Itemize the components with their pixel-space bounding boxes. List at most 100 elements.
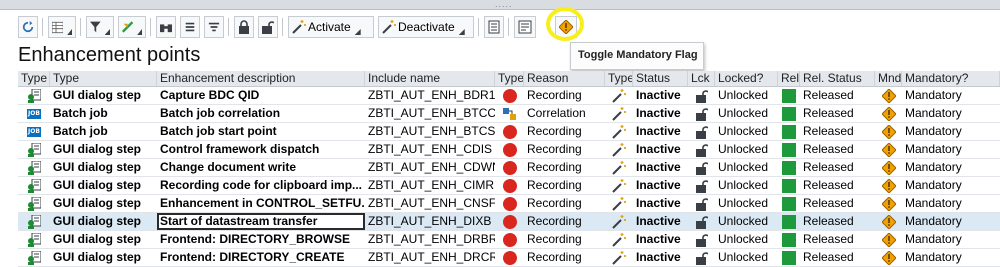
cell-type[interactable]: GUI dialog step xyxy=(50,231,157,248)
cell-description[interactable]: Start of datastream transfer xyxy=(157,213,365,230)
cell-include[interactable]: ZBTI_AUT_ENH_BTCC xyxy=(365,105,495,122)
activate-button[interactable]: Activate xyxy=(288,16,374,38)
cell-reason[interactable]: Recording xyxy=(524,159,605,176)
cell-reason[interactable]: Recording xyxy=(524,195,605,212)
cell-locked[interactable]: Unlocked xyxy=(715,249,778,266)
filter-button[interactable] xyxy=(86,16,114,38)
cell-rel-status[interactable]: Released xyxy=(800,249,875,266)
cell-include[interactable]: ZBTI_AUT_ENH_DRCR xyxy=(365,249,495,266)
cell-locked[interactable]: Unlocked xyxy=(715,105,778,122)
cell-locked[interactable]: Unlocked xyxy=(715,141,778,158)
cell-description[interactable]: Change document write xyxy=(157,159,365,176)
col-mnd-header[interactable]: Mnd xyxy=(875,71,902,86)
cell-rel-status[interactable]: Released xyxy=(800,213,875,230)
cell-type[interactable]: GUI dialog step xyxy=(50,87,157,104)
cell-status[interactable]: Inactive xyxy=(633,159,688,176)
cell-description[interactable]: Batch job start point xyxy=(157,123,365,140)
sort-button[interactable] xyxy=(118,16,146,38)
cell-include[interactable]: ZBTI_AUT_ENH_CIMR xyxy=(365,177,495,194)
cell-status[interactable]: Inactive xyxy=(633,231,688,248)
cell-locked[interactable]: Unlocked xyxy=(715,231,778,248)
table-row[interactable]: GUI dialog step Capture BDC QID ZBTI_AUT_E… xyxy=(18,87,1000,105)
table-row[interactable]: GUI dialog step Control framework dispatc… xyxy=(18,141,1000,159)
cell-include[interactable]: ZBTI_AUT_ENH_CNSF xyxy=(365,195,495,212)
cell-include[interactable]: ZBTI_AUT_ENH_CDWN xyxy=(365,159,495,176)
cell-include[interactable]: ZBTI_AUT_ENH_CDIS xyxy=(365,141,495,158)
cell-mandatory[interactable]: Mandatory xyxy=(902,177,1000,194)
cell-locked[interactable]: Unlocked xyxy=(715,213,778,230)
col-rel-header[interactable]: Rel xyxy=(778,71,800,86)
cell-mandatory[interactable]: Mandatory xyxy=(902,213,1000,230)
refresh-button[interactable] xyxy=(18,16,38,38)
cell-mandatory[interactable]: Mandatory xyxy=(902,249,1000,266)
details-button[interactable] xyxy=(484,16,504,38)
col-rel-status-header[interactable]: Rel. Status xyxy=(800,71,875,86)
table-row[interactable]: GUI dialog step Change document write ZBTI… xyxy=(18,159,1000,177)
cell-type[interactable]: GUI dialog step xyxy=(50,195,157,212)
subtotal-button[interactable] xyxy=(204,16,224,38)
cell-mandatory[interactable]: Mandatory xyxy=(902,105,1000,122)
cell-type[interactable]: GUI dialog step xyxy=(50,249,157,266)
cell-status[interactable]: Inactive xyxy=(633,213,688,230)
cell-locked[interactable]: Unlocked xyxy=(715,177,778,194)
cell-mandatory[interactable]: Mandatory xyxy=(902,159,1000,176)
cell-status[interactable]: Inactive xyxy=(633,177,688,194)
cell-rel-status[interactable]: Released xyxy=(800,141,875,158)
cell-include[interactable]: ZBTI_AUT_ENH_BDR1 xyxy=(365,87,495,104)
cell-reason[interactable]: Recording xyxy=(524,141,605,158)
cell-rel-status[interactable]: Released xyxy=(800,123,875,140)
splitter-grip[interactable]: ..... xyxy=(495,0,513,9)
cell-mandatory[interactable]: Mandatory xyxy=(902,87,1000,104)
cell-description[interactable]: Capture BDC QID xyxy=(157,87,365,104)
col-include-header[interactable]: Include name xyxy=(365,71,495,86)
cell-locked[interactable]: Unlocked xyxy=(715,195,778,212)
cell-rel-status[interactable]: Released xyxy=(800,87,875,104)
cell-type[interactable]: GUI dialog step xyxy=(50,141,157,158)
cell-locked[interactable]: Unlocked xyxy=(715,159,778,176)
cell-rel-status[interactable]: Released xyxy=(800,159,875,176)
col-mandatory-header[interactable]: Mandatory? xyxy=(902,71,1000,86)
cell-description[interactable]: Frontend: DIRECTORY_BROWSE xyxy=(157,231,365,248)
cell-reason[interactable]: Recording xyxy=(524,177,605,194)
cell-description[interactable]: Frontend: DIRECTORY_CREATE xyxy=(157,249,365,266)
col-status-type-header[interactable]: Type xyxy=(605,71,633,86)
cell-mandatory[interactable]: Mandatory xyxy=(902,141,1000,158)
cell-mandatory[interactable]: Mandatory xyxy=(902,231,1000,248)
col-type-header[interactable]: Type xyxy=(50,71,157,86)
cell-reason[interactable]: Recording xyxy=(524,123,605,140)
col-reason-type-header[interactable]: Type xyxy=(495,71,524,86)
table-row[interactable]: GUI dialog step Start of datastream trans… xyxy=(18,213,1000,231)
table-row[interactable]: JOB Batch job Batch job correlation ZBTI_AU… xyxy=(18,105,1000,123)
cell-status[interactable]: Inactive xyxy=(633,105,688,122)
col-lock-header[interactable]: Lck xyxy=(688,71,715,86)
deactivate-button[interactable]: Deactivate xyxy=(378,16,474,38)
col-locked-header[interactable]: Locked? xyxy=(715,71,778,86)
table-row[interactable]: GUI dialog step Frontend: DIRECTORY_BROWS… xyxy=(18,231,1000,249)
col-status-header[interactable]: Status xyxy=(633,71,688,86)
cell-status[interactable]: Inactive xyxy=(633,195,688,212)
cell-type[interactable]: Batch job xyxy=(50,123,157,140)
col-description-header[interactable]: Enhancement description xyxy=(157,71,365,86)
cell-type[interactable]: GUI dialog step xyxy=(50,177,157,194)
cell-mandatory[interactable]: Mandatory xyxy=(902,123,1000,140)
cell-type[interactable]: GUI dialog step xyxy=(50,213,157,230)
cell-type[interactable]: GUI dialog step xyxy=(50,159,157,176)
cell-reason[interactable]: Recording xyxy=(524,87,605,104)
total-button[interactable] xyxy=(180,16,200,38)
lock-button[interactable] xyxy=(234,16,254,38)
table-row[interactable]: GUI dialog step Frontend: DIRECTORY_CREAT… xyxy=(18,249,1000,267)
cell-description[interactable]: Control framework dispatch xyxy=(157,141,365,158)
cell-mandatory[interactable]: Mandatory xyxy=(902,195,1000,212)
find-button[interactable] xyxy=(156,16,176,38)
cell-rel-status[interactable]: Released xyxy=(800,231,875,248)
col-type-icon-header[interactable]: Type xyxy=(18,71,50,86)
table-row[interactable]: GUI dialog step Recording code for clipbo… xyxy=(18,177,1000,195)
cell-locked[interactable]: Unlocked xyxy=(715,87,778,104)
cell-type[interactable]: Batch job xyxy=(50,105,157,122)
cell-locked[interactable]: Unlocked xyxy=(715,123,778,140)
cell-description[interactable]: Recording code for clipboard imp... xyxy=(157,177,365,194)
cell-status[interactable]: Inactive xyxy=(633,87,688,104)
cell-reason[interactable]: Correlation xyxy=(524,105,605,122)
info-button[interactable] xyxy=(514,16,536,38)
cell-description[interactable]: Batch job correlation xyxy=(157,105,365,122)
